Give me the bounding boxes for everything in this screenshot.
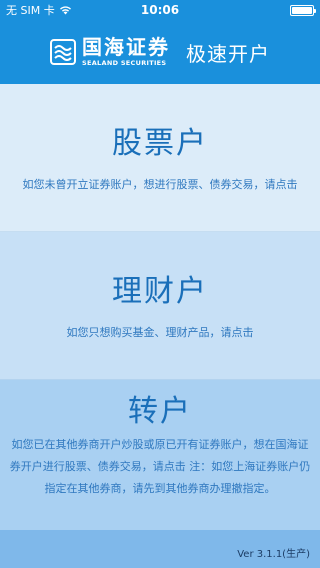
logo-text: 国海证券 SEALAND SECURITIES bbox=[82, 37, 170, 67]
stock-account-desc: 如您未曾开立证券账户，想进行股票、债券交易，请点击 bbox=[22, 178, 298, 191]
stock-account-title: 股票户 bbox=[112, 126, 208, 161]
wealth-account-option[interactable]: 理财户 如您只想购买基金、理财产品，请点击 bbox=[0, 232, 320, 380]
wealth-account-title: 理财户 bbox=[112, 274, 208, 309]
sealand-logo-icon bbox=[50, 39, 76, 65]
version-label: Ver 3.1.1(生产) bbox=[237, 549, 310, 560]
status-left: 无 SIM 卡 bbox=[6, 2, 116, 18]
status-bar: 无 SIM 卡 10:06 bbox=[0, 0, 320, 20]
battery-icon bbox=[290, 4, 316, 16]
logo-cn: 国海证券 bbox=[82, 35, 170, 60]
status-time: 10:06 bbox=[140, 3, 180, 17]
wifi-icon bbox=[59, 6, 71, 15]
app-header: 国海证券 SEALAND SECURITIES 极速开户 bbox=[0, 20, 320, 84]
transfer-account-title: 转户 bbox=[128, 394, 192, 429]
stock-account-option[interactable]: 股票户 如您未曾开立证券账户，想进行股票、债券交易，请点击 bbox=[0, 84, 320, 232]
wealth-account-desc: 如您只想购买基金、理财产品，请点击 bbox=[66, 326, 254, 339]
carrier-label: 无 SIM 卡 bbox=[6, 4, 55, 17]
page-title: 极速开户 bbox=[186, 41, 270, 66]
transfer-account-option[interactable]: 转户 如您已在其他券商开户炒股或原已开有证券账户，想在国海证券开户进行股票、债券… bbox=[0, 380, 320, 530]
status-right bbox=[204, 4, 316, 16]
logo-en: SEALAND SECURITIES bbox=[82, 59, 167, 68]
transfer-account-desc: 如您已在其他券商开户炒股或原已开有证券账户，想在国海证券开户进行股票、债券交易，… bbox=[9, 438, 311, 495]
brand-logo: 国海证券 SEALAND SECURITIES bbox=[50, 37, 170, 67]
footer: Ver 3.1.1(生产) bbox=[0, 530, 320, 568]
